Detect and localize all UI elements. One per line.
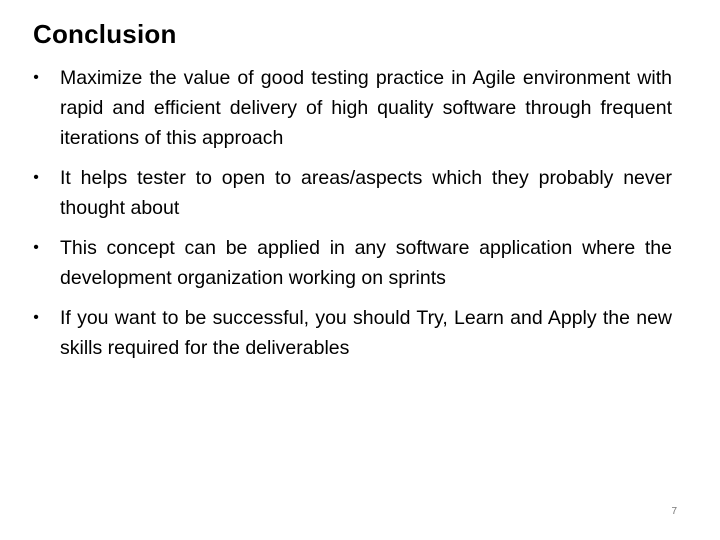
bullet-item: • If you want to be successful, you shou… <box>30 303 672 363</box>
bullet-icon: • <box>33 239 39 256</box>
slide-title: Conclusion <box>33 19 177 49</box>
bullet-item: • It helps tester to open to areas/aspec… <box>30 163 672 223</box>
bullet-text: This concept can be applied in any softw… <box>60 237 672 289</box>
page-number: 7 <box>671 506 677 517</box>
slide: Conclusion • Maximize the value of good … <box>0 0 720 540</box>
bullet-icon: • <box>33 69 39 86</box>
bullet-text: It helps tester to open to areas/aspects… <box>60 167 672 219</box>
bullet-icon: • <box>33 169 39 186</box>
bullet-item: • Maximize the value of good testing pra… <box>30 63 672 153</box>
bullet-list: • Maximize the value of good testing pra… <box>30 63 672 373</box>
bullet-text: Maximize the value of good testing pract… <box>60 67 672 149</box>
bullet-icon: • <box>33 309 39 326</box>
bullet-text: If you want to be successful, you should… <box>60 307 672 359</box>
bullet-item: • This concept can be applied in any sof… <box>30 233 672 293</box>
